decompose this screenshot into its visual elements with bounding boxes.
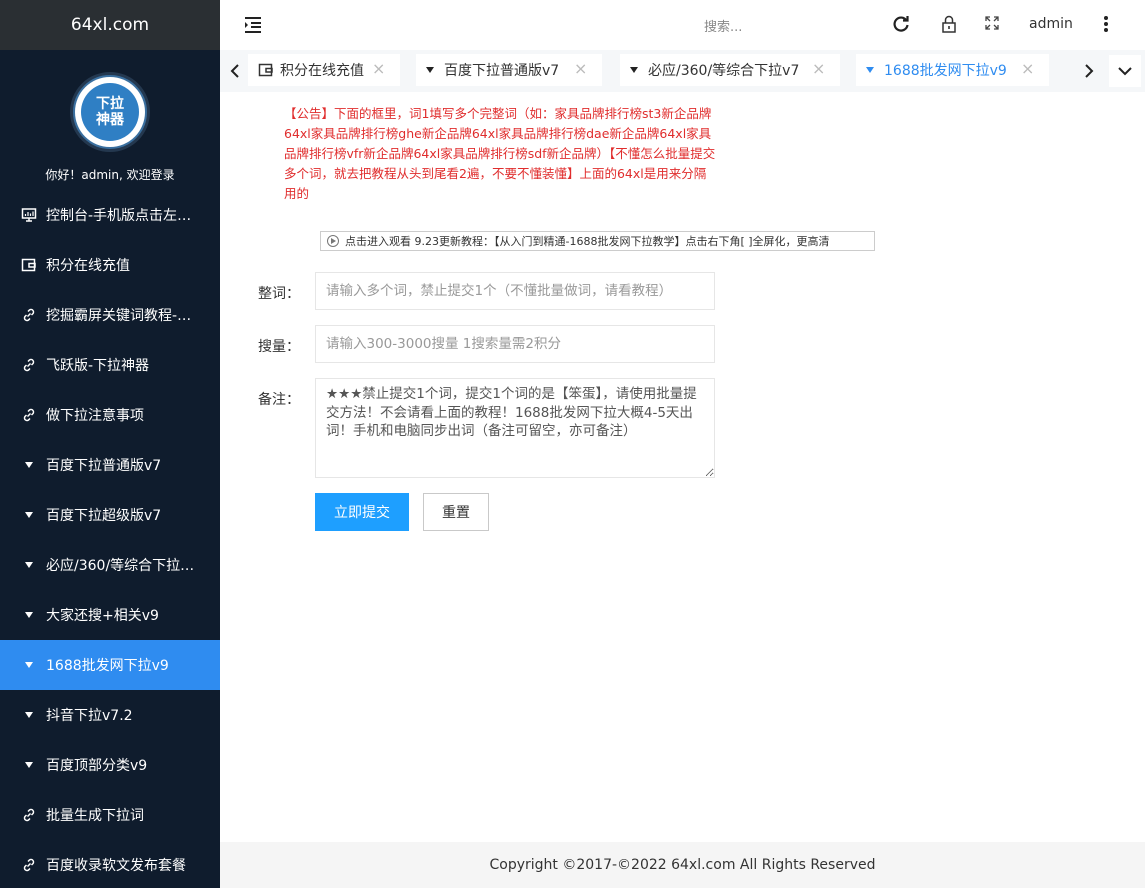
triangle-down-icon bbox=[866, 67, 874, 73]
user-menu[interactable]: admin bbox=[1029, 16, 1073, 32]
sidebar-item-label: 挖掘霸屏关键词教程-必看 bbox=[46, 308, 196, 324]
wallet-icon bbox=[20, 256, 38, 274]
tab-2[interactable]: 必应/360/等综合下拉v7 × bbox=[620, 54, 840, 86]
more-vertical-icon[interactable] bbox=[1096, 14, 1116, 38]
triangle-down-icon bbox=[630, 67, 638, 73]
notice-text: 【公告】下面的框里，词1填写多个完整词（如：家具品牌排行榜st3新企品牌64xl… bbox=[284, 106, 716, 201]
link-icon bbox=[20, 856, 38, 874]
tab-label: 1688批发网下拉v9 bbox=[884, 63, 1007, 79]
tab-scroll-right-icon[interactable] bbox=[1076, 56, 1102, 86]
sidebar-item-9[interactable]: 1688批发网下拉v9 bbox=[0, 640, 220, 690]
sidebar-item-0[interactable]: 控制台-手机版点击左上角 bbox=[0, 190, 220, 240]
sidebar-item-label: 积分在线充值 bbox=[46, 258, 130, 274]
tab-scroll-left-icon[interactable] bbox=[222, 56, 248, 86]
sidebar-item-1[interactable]: 积分在线充值 bbox=[0, 240, 220, 290]
submit-button[interactable]: 立即提交 bbox=[315, 493, 409, 531]
note-label: 备注： bbox=[258, 392, 300, 408]
tab-1[interactable]: 百度下拉普通版v7 × bbox=[416, 54, 602, 86]
sidebar-item-label: 批量生成下拉词 bbox=[46, 808, 144, 824]
tab-label: 百度下拉普通版v7 bbox=[444, 63, 560, 79]
tab-label: 必应/360/等综合下拉v7 bbox=[648, 63, 800, 79]
tab-3[interactable]: 1688批发网下拉v9 × bbox=[856, 54, 1049, 86]
fullscreen-icon[interactable] bbox=[983, 14, 1001, 36]
refresh-icon[interactable] bbox=[891, 14, 911, 38]
link-icon bbox=[20, 406, 38, 424]
keyword-input[interactable] bbox=[315, 272, 715, 310]
sidebar-item-label: 大家还搜+相关v9 bbox=[46, 608, 159, 624]
main-content: 【公告】下面的框里，词1填写多个完整词（如：家具品牌排行榜st3新企品牌64xl… bbox=[220, 92, 1145, 842]
triangle-down-icon bbox=[20, 756, 38, 774]
sidebar-item-label: 必应/360/等综合下拉v7 bbox=[46, 558, 196, 574]
logo-text-top: 下拉 bbox=[96, 96, 124, 112]
note-textarea[interactable]: ★★★禁止提交1个词，提交1个词的是【笨蛋】，请使用批量提交方法！不会请看上面的… bbox=[315, 378, 715, 478]
sidebar-item-11[interactable]: 百度顶部分类v9 bbox=[0, 740, 220, 790]
sidebar-item-label: 百度收录软文发布套餐 bbox=[46, 858, 186, 874]
close-icon[interactable]: × bbox=[574, 61, 588, 77]
sidebar-item-6[interactable]: 百度下拉超级版v7 bbox=[0, 490, 220, 540]
sidebar-item-10[interactable]: 抖音下拉v7.2 bbox=[0, 690, 220, 740]
triangle-down-icon bbox=[20, 556, 38, 574]
triangle-down-icon bbox=[20, 656, 38, 674]
sidebar-item-label: 控制台-手机版点击左上角 bbox=[46, 208, 196, 224]
sidebar-item-12[interactable]: 批量生成下拉词 bbox=[0, 790, 220, 840]
triangle-down-icon bbox=[20, 506, 38, 524]
sidebar-item-5[interactable]: 百度下拉普通版v7 bbox=[0, 440, 220, 490]
sidebar-item-3[interactable]: 飞跃版-下拉神器 bbox=[0, 340, 220, 390]
search-input[interactable]: 搜索... bbox=[704, 16, 742, 35]
video-link-label: 点击进入观看 9.23更新教程：【从入门到精通-1688批发网下拉教学】点击右下… bbox=[345, 235, 830, 248]
tab-label: 积分在线充值 bbox=[280, 63, 364, 79]
sidebar-item-label: 百度顶部分类v9 bbox=[46, 758, 148, 774]
brand-logo-text[interactable]: 64xl.com bbox=[0, 0, 220, 50]
sidebar-item-label: 百度下拉普通版v7 bbox=[46, 458, 162, 474]
link-icon bbox=[20, 806, 38, 824]
play-icon bbox=[327, 235, 339, 247]
footer-copyright: Copyright ©2017-©2022 64xl.com All Right… bbox=[220, 842, 1145, 888]
triangle-down-icon bbox=[20, 606, 38, 624]
video-tutorial-link[interactable]: 点击进入观看 9.23更新教程：【从入门到精通-1688批发网下拉教学】点击右下… bbox=[320, 231, 875, 251]
reset-button[interactable]: 重置 bbox=[423, 493, 489, 531]
sidebar-item-4[interactable]: 做下拉注意事项 bbox=[0, 390, 220, 440]
sidebar-item-label: 做下拉注意事项 bbox=[46, 408, 144, 424]
sidebar-item-2[interactable]: 挖掘霸屏关键词教程-必看 bbox=[0, 290, 220, 340]
monitor-icon bbox=[20, 206, 38, 224]
triangle-down-icon bbox=[20, 456, 38, 474]
triangle-down-icon bbox=[426, 67, 434, 73]
tab-menu-chevron-down-icon[interactable] bbox=[1109, 55, 1141, 87]
top-header: 搜索... admin bbox=[220, 0, 1145, 50]
link-icon bbox=[20, 356, 38, 374]
sidebar-item-label: 抖音下拉v7.2 bbox=[46, 708, 133, 724]
close-icon[interactable]: × bbox=[1021, 61, 1035, 77]
sidebar: 64xl.com 下拉 神器 你好！admin, 欢迎登录 控制台-手机版点击左… bbox=[0, 0, 220, 888]
logo-text-bottom: 神器 bbox=[96, 112, 124, 128]
triangle-down-icon bbox=[20, 706, 38, 724]
sidebar-item-label: 1688批发网下拉v9 bbox=[46, 658, 169, 674]
avatar: 下拉 神器 bbox=[70, 72, 150, 152]
wallet-icon bbox=[258, 62, 274, 78]
tab-0[interactable]: 积分在线充值 × bbox=[248, 54, 400, 86]
sidebar-item-label: 飞跃版-下拉神器 bbox=[46, 358, 150, 374]
welcome-text: 你好！admin, 欢迎登录 bbox=[45, 168, 175, 182]
sidebar-nav: 控制台-手机版点击左上角 积分在线充值挖掘霸屏关键词教程-必看 飞跃版-下拉神器 做下… bbox=[0, 190, 220, 888]
tab-bar: 积分在线充值 × 百度下拉普通版v7 × 必应/360/等综合下拉v7 × 1688批发网下… bbox=[220, 50, 1145, 92]
sidebar-item-13[interactable]: 百度收录软文发布套餐 bbox=[0, 840, 220, 888]
sidebar-item-label: 百度下拉超级版v7 bbox=[46, 508, 162, 524]
lock-icon[interactable] bbox=[939, 14, 959, 38]
close-icon[interactable]: × bbox=[372, 61, 386, 77]
volume-label: 搜量： bbox=[258, 339, 300, 355]
sidebar-item-8[interactable]: 大家还搜+相关v9 bbox=[0, 590, 220, 640]
close-icon[interactable]: × bbox=[812, 61, 826, 77]
volume-input[interactable] bbox=[315, 325, 715, 363]
link-icon bbox=[20, 306, 38, 324]
menu-toggle-icon[interactable] bbox=[242, 14, 264, 36]
profile: 下拉 神器 你好！admin, 欢迎登录 bbox=[0, 50, 220, 190]
sidebar-item-7[interactable]: 必应/360/等综合下拉v7 bbox=[0, 540, 220, 590]
keyword-label: 整词： bbox=[258, 286, 300, 302]
